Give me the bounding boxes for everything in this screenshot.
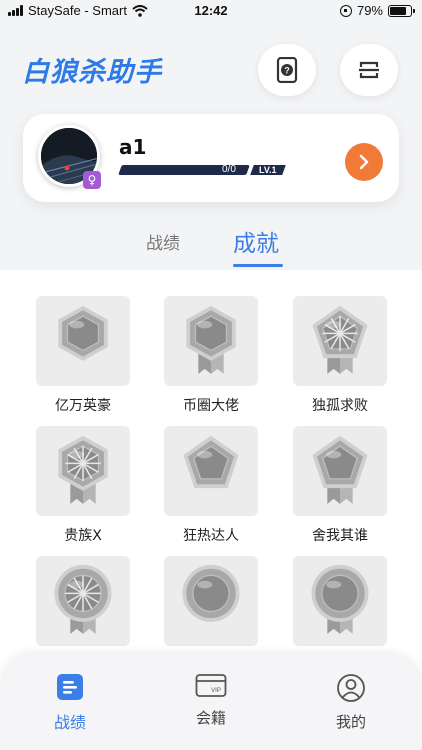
- nav-label-membership: 会籍: [195, 709, 226, 727]
- nav-item-record[interactable]: 战绩: [25, 673, 115, 733]
- achievement-label: 贵族X: [64, 528, 102, 544]
- help-button[interactable]: ?: [258, 44, 316, 96]
- achievement-tile[interactable]: [36, 296, 130, 386]
- battery-fill: [390, 6, 406, 15]
- nav-item-membership[interactable]: VIP 会籍: [166, 673, 256, 728]
- achievement-label: 狂热达人: [183, 528, 239, 544]
- xp-text: 0/0: [222, 164, 236, 175]
- achievement-tile[interactable]: [293, 296, 387, 386]
- circle-ribbon-medal-icon: [311, 564, 369, 634]
- pentagon-ribbon-medal-icon: [312, 435, 368, 504]
- achievement-tile[interactable]: [164, 296, 258, 386]
- chevron-right-icon: [359, 154, 369, 170]
- achievement-tile[interactable]: [293, 556, 387, 646]
- achievement-tile[interactable]: [36, 556, 130, 646]
- tab-record[interactable]: 战绩: [146, 229, 180, 254]
- gender-badge: ♀: [83, 171, 101, 189]
- svg-text:?: ?: [284, 66, 290, 76]
- help-card-icon: ?: [276, 57, 298, 83]
- nav-label-record: 战绩: [53, 713, 86, 732]
- circle-burst-medal-icon: [54, 564, 112, 634]
- scan-icon: [359, 61, 379, 79]
- hexagon-burst-medal-icon: [58, 435, 108, 504]
- level-badge: LV.1: [250, 165, 286, 175]
- achievement-label: 舍我其谁: [312, 528, 368, 544]
- achievement-tile[interactable]: [164, 426, 258, 516]
- profile-card[interactable]: ♀ a1 0/0 LV.1: [23, 114, 399, 202]
- hexagon-ribbon-medal-icon: [186, 305, 236, 374]
- vip-card-icon: VIP: [195, 674, 227, 697]
- achievement-label: 亿万英豪: [55, 398, 111, 414]
- xp-progress-fill: [118, 165, 122, 175]
- scan-button[interactable]: [340, 44, 398, 96]
- battery-icon: [388, 4, 415, 17]
- user-icon: [337, 674, 365, 702]
- nav-label-mine: 我的: [335, 713, 366, 731]
- battery-percent: 79%: [356, 3, 383, 18]
- hexagon-medal-icon: [58, 305, 108, 361]
- achievement-tile[interactable]: [293, 426, 387, 516]
- orientation-lock-icon: [339, 4, 352, 17]
- nav-item-mine[interactable]: 我的: [306, 673, 396, 732]
- username: a1: [119, 135, 147, 159]
- achievement-tile[interactable]: [164, 556, 258, 646]
- achievement-label: 独孤求败: [312, 398, 368, 414]
- profile-detail-button[interactable]: [345, 143, 383, 181]
- svg-text:VIP: VIP: [211, 688, 221, 694]
- achievement-label: 币圈大佬: [183, 398, 239, 414]
- tab-achievement[interactable]: 成就: [233, 224, 279, 258]
- circle-medal-icon: [182, 564, 240, 622]
- level-text: LV.1: [259, 165, 277, 175]
- bottom-nav: 战绩 VIP 会籍 我的: [0, 655, 422, 750]
- pentagon-burst-medal-icon: [312, 305, 368, 374]
- app-title: 白狼杀助手: [22, 57, 162, 88]
- achievement-tile[interactable]: [36, 426, 130, 516]
- status-right: 79%: [339, 3, 415, 18]
- status-bar: StaySafe - Smart 12:42 79%: [0, 0, 422, 22]
- record-icon: [57, 674, 83, 700]
- pentagon-medal-icon: [183, 435, 239, 489]
- active-tab-indicator: [233, 264, 283, 267]
